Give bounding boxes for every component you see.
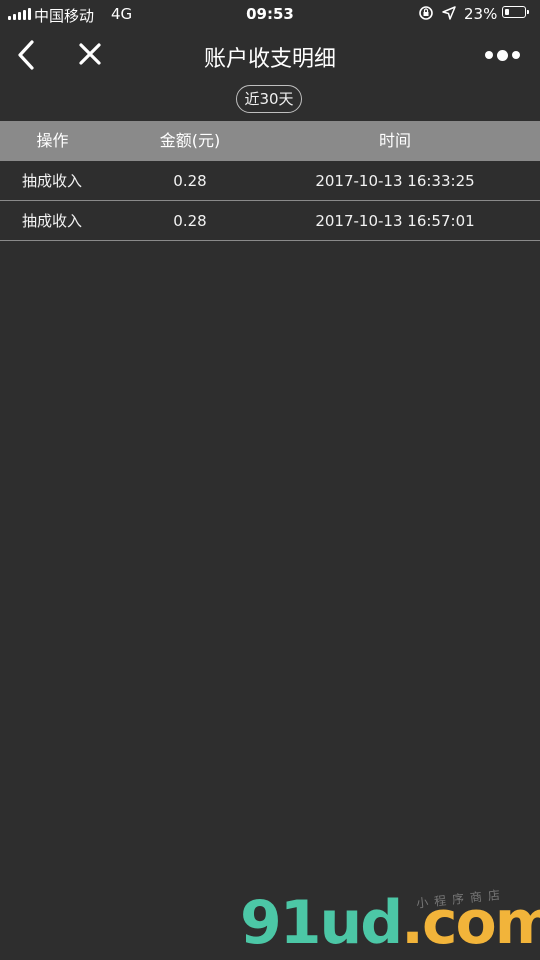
- row-operation: 抽成收入: [22, 212, 83, 230]
- more-dots-icon[interactable]: [480, 44, 524, 66]
- row-time: 2017-10-13 16:57:01: [315, 212, 475, 230]
- table-row: 抽成收入 0.28 2017-10-13 16:33:25: [0, 161, 540, 201]
- battery-percent: 23%: [464, 5, 498, 23]
- dot-icon: [511, 51, 520, 59]
- header-operation: 操作: [36, 131, 69, 150]
- row-operation: 抽成收入: [22, 172, 83, 190]
- dot-icon: [484, 51, 493, 59]
- header-time: 时间: [378, 131, 411, 150]
- table-header: 操作 金额(元) 时间: [0, 121, 540, 161]
- date-range-filter-button[interactable]: 近30天: [236, 85, 302, 113]
- table-row: 抽成收入 0.28 2017-10-13 16:57:01: [0, 201, 540, 241]
- watermark-logo: 91ud.com 小程序商店: [240, 887, 540, 958]
- status-time: 09:53: [246, 5, 294, 23]
- watermark-main: 91ud: [240, 888, 403, 958]
- status-bar: 中国移动 4G 09:53 23%: [0, 0, 540, 28]
- battery-icon: [502, 6, 529, 18]
- row-time: 2017-10-13 16:33:25: [315, 172, 475, 190]
- battery-level-fill: [504, 8, 509, 15]
- page-title: 账户收支明细: [203, 47, 336, 72]
- location-arrow-icon: [442, 6, 456, 20]
- navigation-bar: 账户收支明细: [0, 28, 540, 84]
- rotation-lock-icon: [419, 6, 433, 20]
- dot-icon: [496, 49, 508, 61]
